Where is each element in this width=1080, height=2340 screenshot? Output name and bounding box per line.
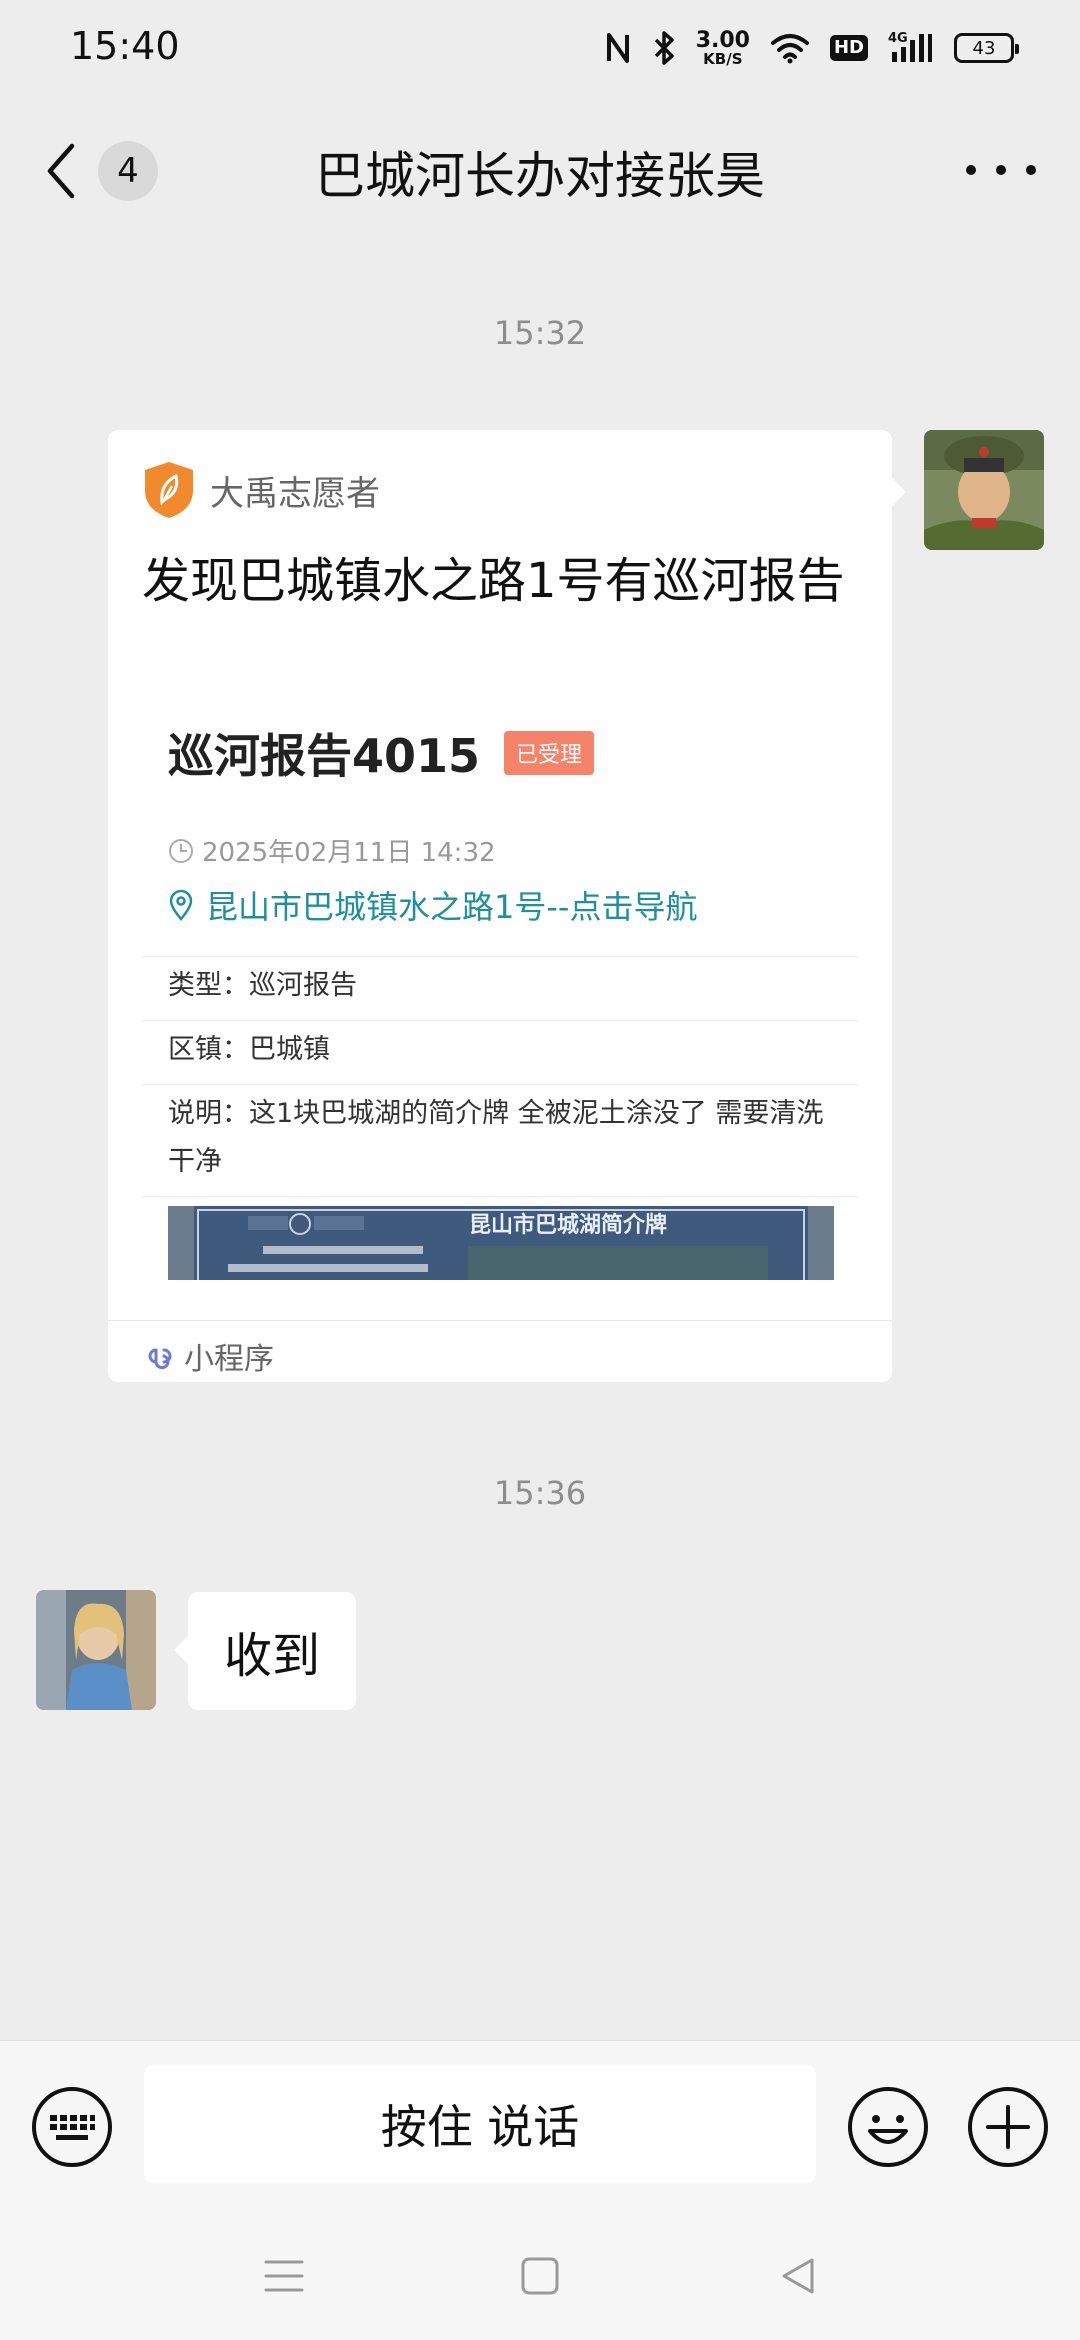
status-bar: 15:40 3.00 KB/S HD 4G 43 [0,0,1080,96]
message-timestamp: 15:36 [493,1474,587,1512]
bluetooth-icon [654,31,674,65]
divider [142,1020,858,1021]
plus-icon[interactable] [966,2085,1050,2169]
chat-header: 巴城河长办对接张昊 4 [0,96,1080,242]
svg-text:4G: 4G [888,31,908,46]
report-location-link[interactable]: 昆山市巴城镇水之路1号--点击导航 [206,882,697,928]
message-text: 收到 [224,1628,321,1684]
chevron-left-icon[interactable] [46,136,90,206]
back-icon[interactable] [776,2254,820,2298]
hold-to-talk-button[interactable]: 按住 说话 [144,2065,816,2183]
report-title: 巡河报告4015 [168,729,481,783]
battery-level: 43 [972,37,996,59]
signal-icon: 4G [888,31,932,62]
battery-icon: 43 [954,33,1019,63]
network-speed: 3.00 KB/S [695,27,750,68]
field-value: 巴城镇 [249,1034,330,1065]
mini-program-label: 小程序 [184,1342,274,1377]
shield-leaf-icon [145,462,193,518]
back-button[interactable]: 4 [46,136,166,206]
status-time: 15:40 [70,24,180,68]
status-badge: 已受理 [504,731,595,775]
net-speed-unit: KB/S [703,49,743,68]
hd-voice-icon: HD [829,35,868,61]
received-message-bubble[interactable]: 收到 [173,1592,357,1710]
photo-sign-title: 昆山市巴城湖简介牌 [469,1212,667,1238]
card-preview[interactable]: 巡河报告4015 已受理 2025年02月11日 14:32 昆山市巴城镇水之路… [142,706,858,1280]
mini-program-card[interactable]: 大禹志愿者 发现巴城镇水之路1号有巡河报告 巡河报告4015 已受理 2025年… [108,430,906,1382]
report-location-row[interactable]: 昆山市巴城镇水之路1号--点击导航 [168,882,697,928]
divider [142,956,858,957]
location-pin-icon [169,889,193,921]
field-value: 这1块巴城湖的简介牌 全被泥土涂没了 需要清洗干净 [168,1098,824,1177]
contact-avatar[interactable] [36,1590,156,1710]
input-bar: 按住 说话 [0,2040,1080,2214]
report-time: 2025年02月11日 14:32 [202,838,496,868]
more-dot[interactable] [996,165,1006,175]
card-footer: 小程序 [144,1334,274,1378]
more-dots-icon[interactable] [966,165,976,175]
clock-icon [169,838,193,863]
card-source: 大禹志愿者 [142,460,380,520]
nfc-icon [606,33,629,63]
more-options-button[interactable] [966,148,1036,192]
report-photo: 昆山市巴城湖简介牌 [168,1206,834,1280]
status-icons: 3.00 KB/S HD 4G 43 [604,26,1019,70]
card-footer-divider [108,1320,892,1321]
field-label: 区镇： [168,1034,249,1065]
divider [142,1196,858,1197]
report-title-row: 巡河报告4015 已受理 [168,720,595,786]
field-value: 巡河报告 [249,970,357,1001]
report-field-description: 说明：这1块巴城湖的简介牌 全被泥土涂没了 需要清洗干净 [168,1090,848,1186]
home-icon[interactable] [518,2254,562,2298]
system-nav-bar [0,2214,1080,2340]
net-speed-value: 3.00 [695,27,750,53]
field-label: 类型： [168,970,249,1001]
keyboard-icon[interactable] [30,2085,114,2169]
emoji-icon[interactable] [846,2085,930,2169]
report-field-type: 类型：巡河报告 [168,962,848,1010]
more-dot[interactable] [1026,165,1036,175]
mini-program-icon [148,1348,172,1370]
card-title: 发现巴城镇水之路1号有巡河报告 [142,553,845,609]
divider [142,1084,858,1085]
card-source-name: 大禹志愿者 [210,473,380,514]
menu-icon[interactable] [262,2254,306,2298]
unread-count-badge[interactable]: 4 [98,141,158,201]
report-field-district: 区镇：巴城镇 [168,1026,848,1074]
report-time-row: 2025年02月11日 14:32 [168,832,496,869]
field-label: 说明： [168,1098,249,1129]
wifi-icon [770,34,809,64]
self-avatar[interactable] [924,430,1044,550]
message-timestamp: 15:32 [493,314,587,352]
